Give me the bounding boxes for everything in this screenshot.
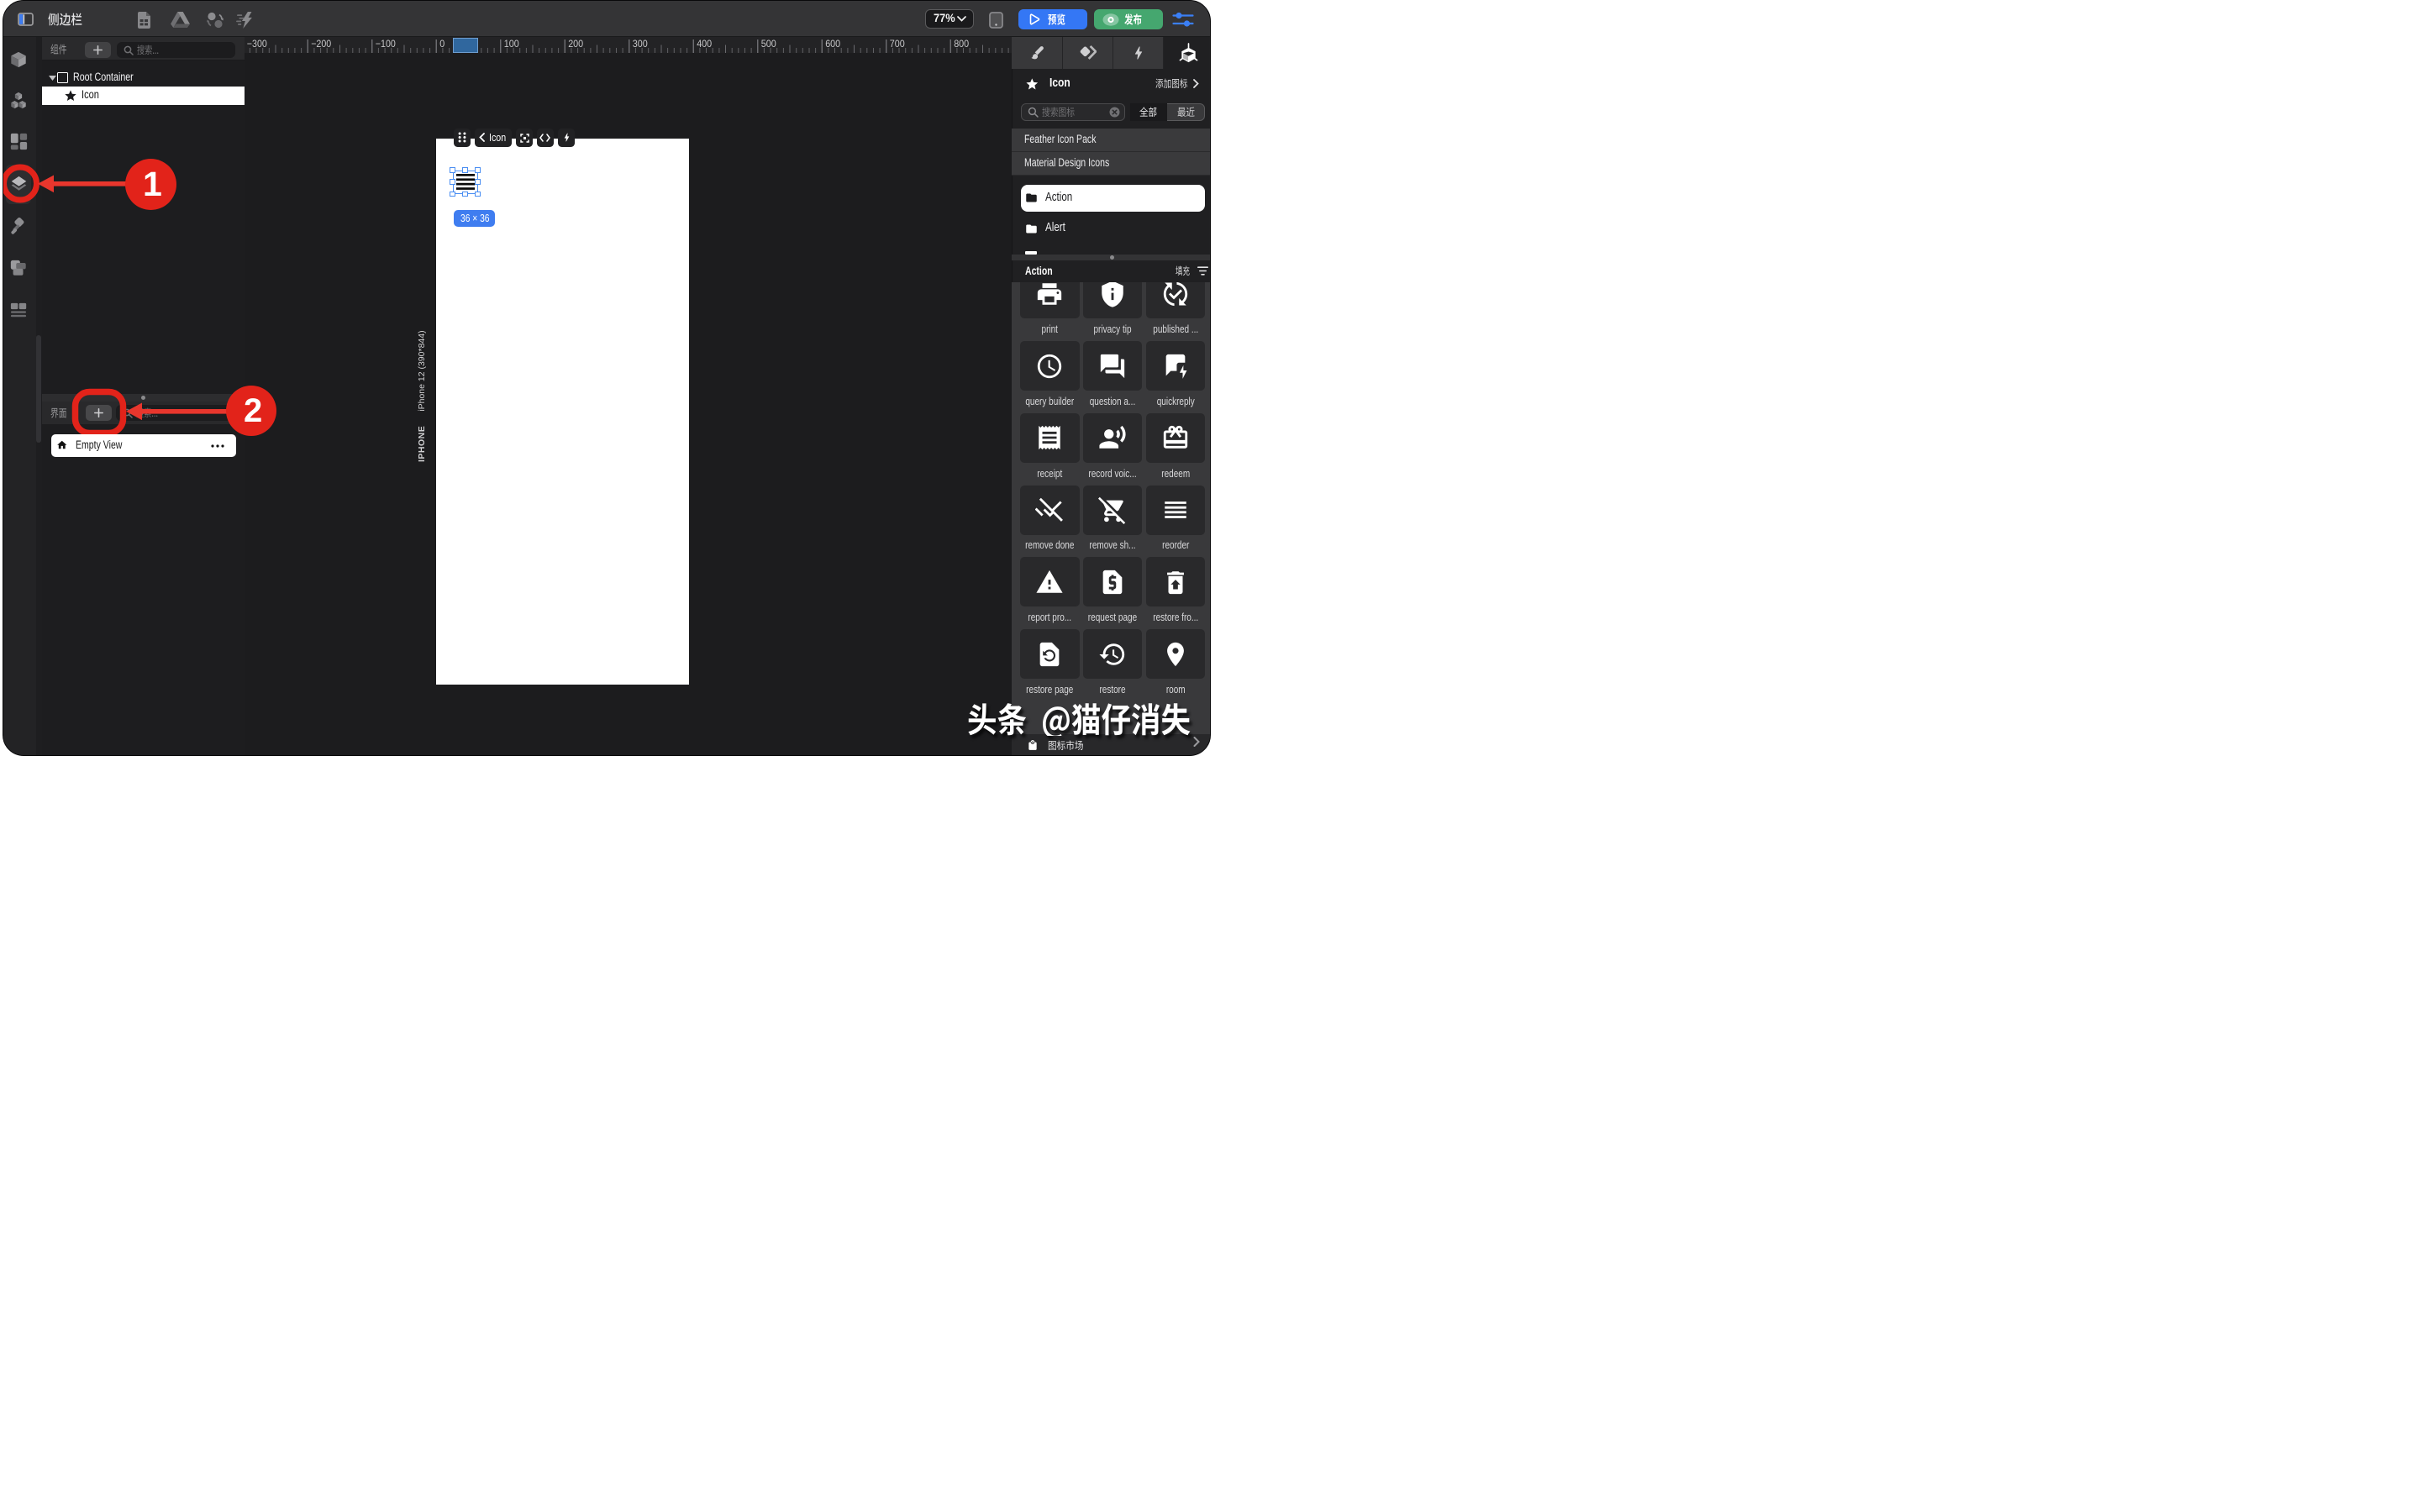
- svg-text:700: 700: [889, 38, 904, 50]
- svg-text:400: 400: [697, 38, 712, 50]
- svg-text:800: 800: [954, 38, 969, 50]
- svg-text:500: 500: [760, 38, 776, 50]
- svg-text:200: 200: [568, 38, 583, 50]
- svg-text:0: 0: [439, 38, 444, 50]
- svg-text:300: 300: [632, 38, 647, 50]
- svg-text:600: 600: [825, 38, 840, 50]
- svg-text:100: 100: [503, 38, 518, 50]
